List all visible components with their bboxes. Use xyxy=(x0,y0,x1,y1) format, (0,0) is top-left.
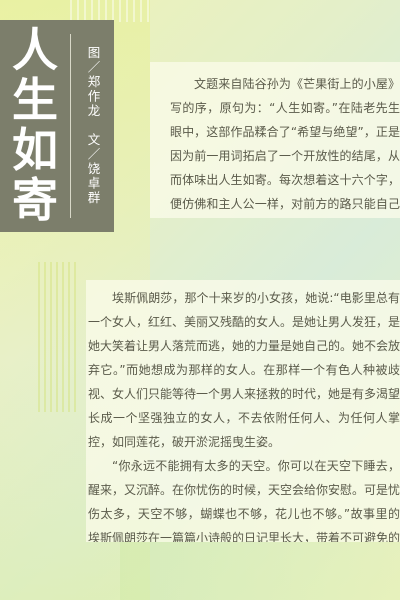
body-paragraph: “你永远不能拥有太多的天空。你可以在天空下睡去，醒来，又沉醉。在你忧伤的时候，天… xyxy=(88,459,400,542)
title-char: 寄 xyxy=(12,173,58,227)
title-char: 如 xyxy=(12,123,58,177)
body-paragraph: 埃斯佩朗莎，那个十来岁的小女孩，她说:“电影里总有一个女人，红红、美丽又残酷的女… xyxy=(88,291,400,449)
decorative-stripes-top xyxy=(70,0,150,22)
intro-box: 文题来自陆谷孙为《芒果街上的小屋》写的序，原句为：“人生如寄。”在陆老先生眼中，… xyxy=(150,62,400,218)
page-title: 人 生 如 寄 xyxy=(0,20,70,232)
credit-text: 图／郑作龙 文／饶卓群 xyxy=(85,46,101,206)
page: 人 生 如 寄 图／郑作龙 文／饶卓群 文题来自陆谷孙为《芒果街上的小屋》写的序… xyxy=(0,0,400,600)
title-char: 生 xyxy=(12,73,58,127)
credit-column: 图／郑作龙 文／饶卓群 xyxy=(71,20,114,232)
title-char: 人 xyxy=(12,23,58,77)
title-block: 人 生 如 寄 图／郑作龙 文／饶卓群 xyxy=(0,20,114,232)
decorative-stripes-left xyxy=(38,262,76,412)
body-box: 埃斯佩朗莎，那个十来岁的小女孩，她说:“电影里总有一个女人，红红、美丽又残酷的女… xyxy=(86,280,400,542)
intro-text: 文题来自陆谷孙为《芒果街上的小屋》写的序，原句为：“人生如寄。”在陆老先生眼中，… xyxy=(170,77,400,211)
